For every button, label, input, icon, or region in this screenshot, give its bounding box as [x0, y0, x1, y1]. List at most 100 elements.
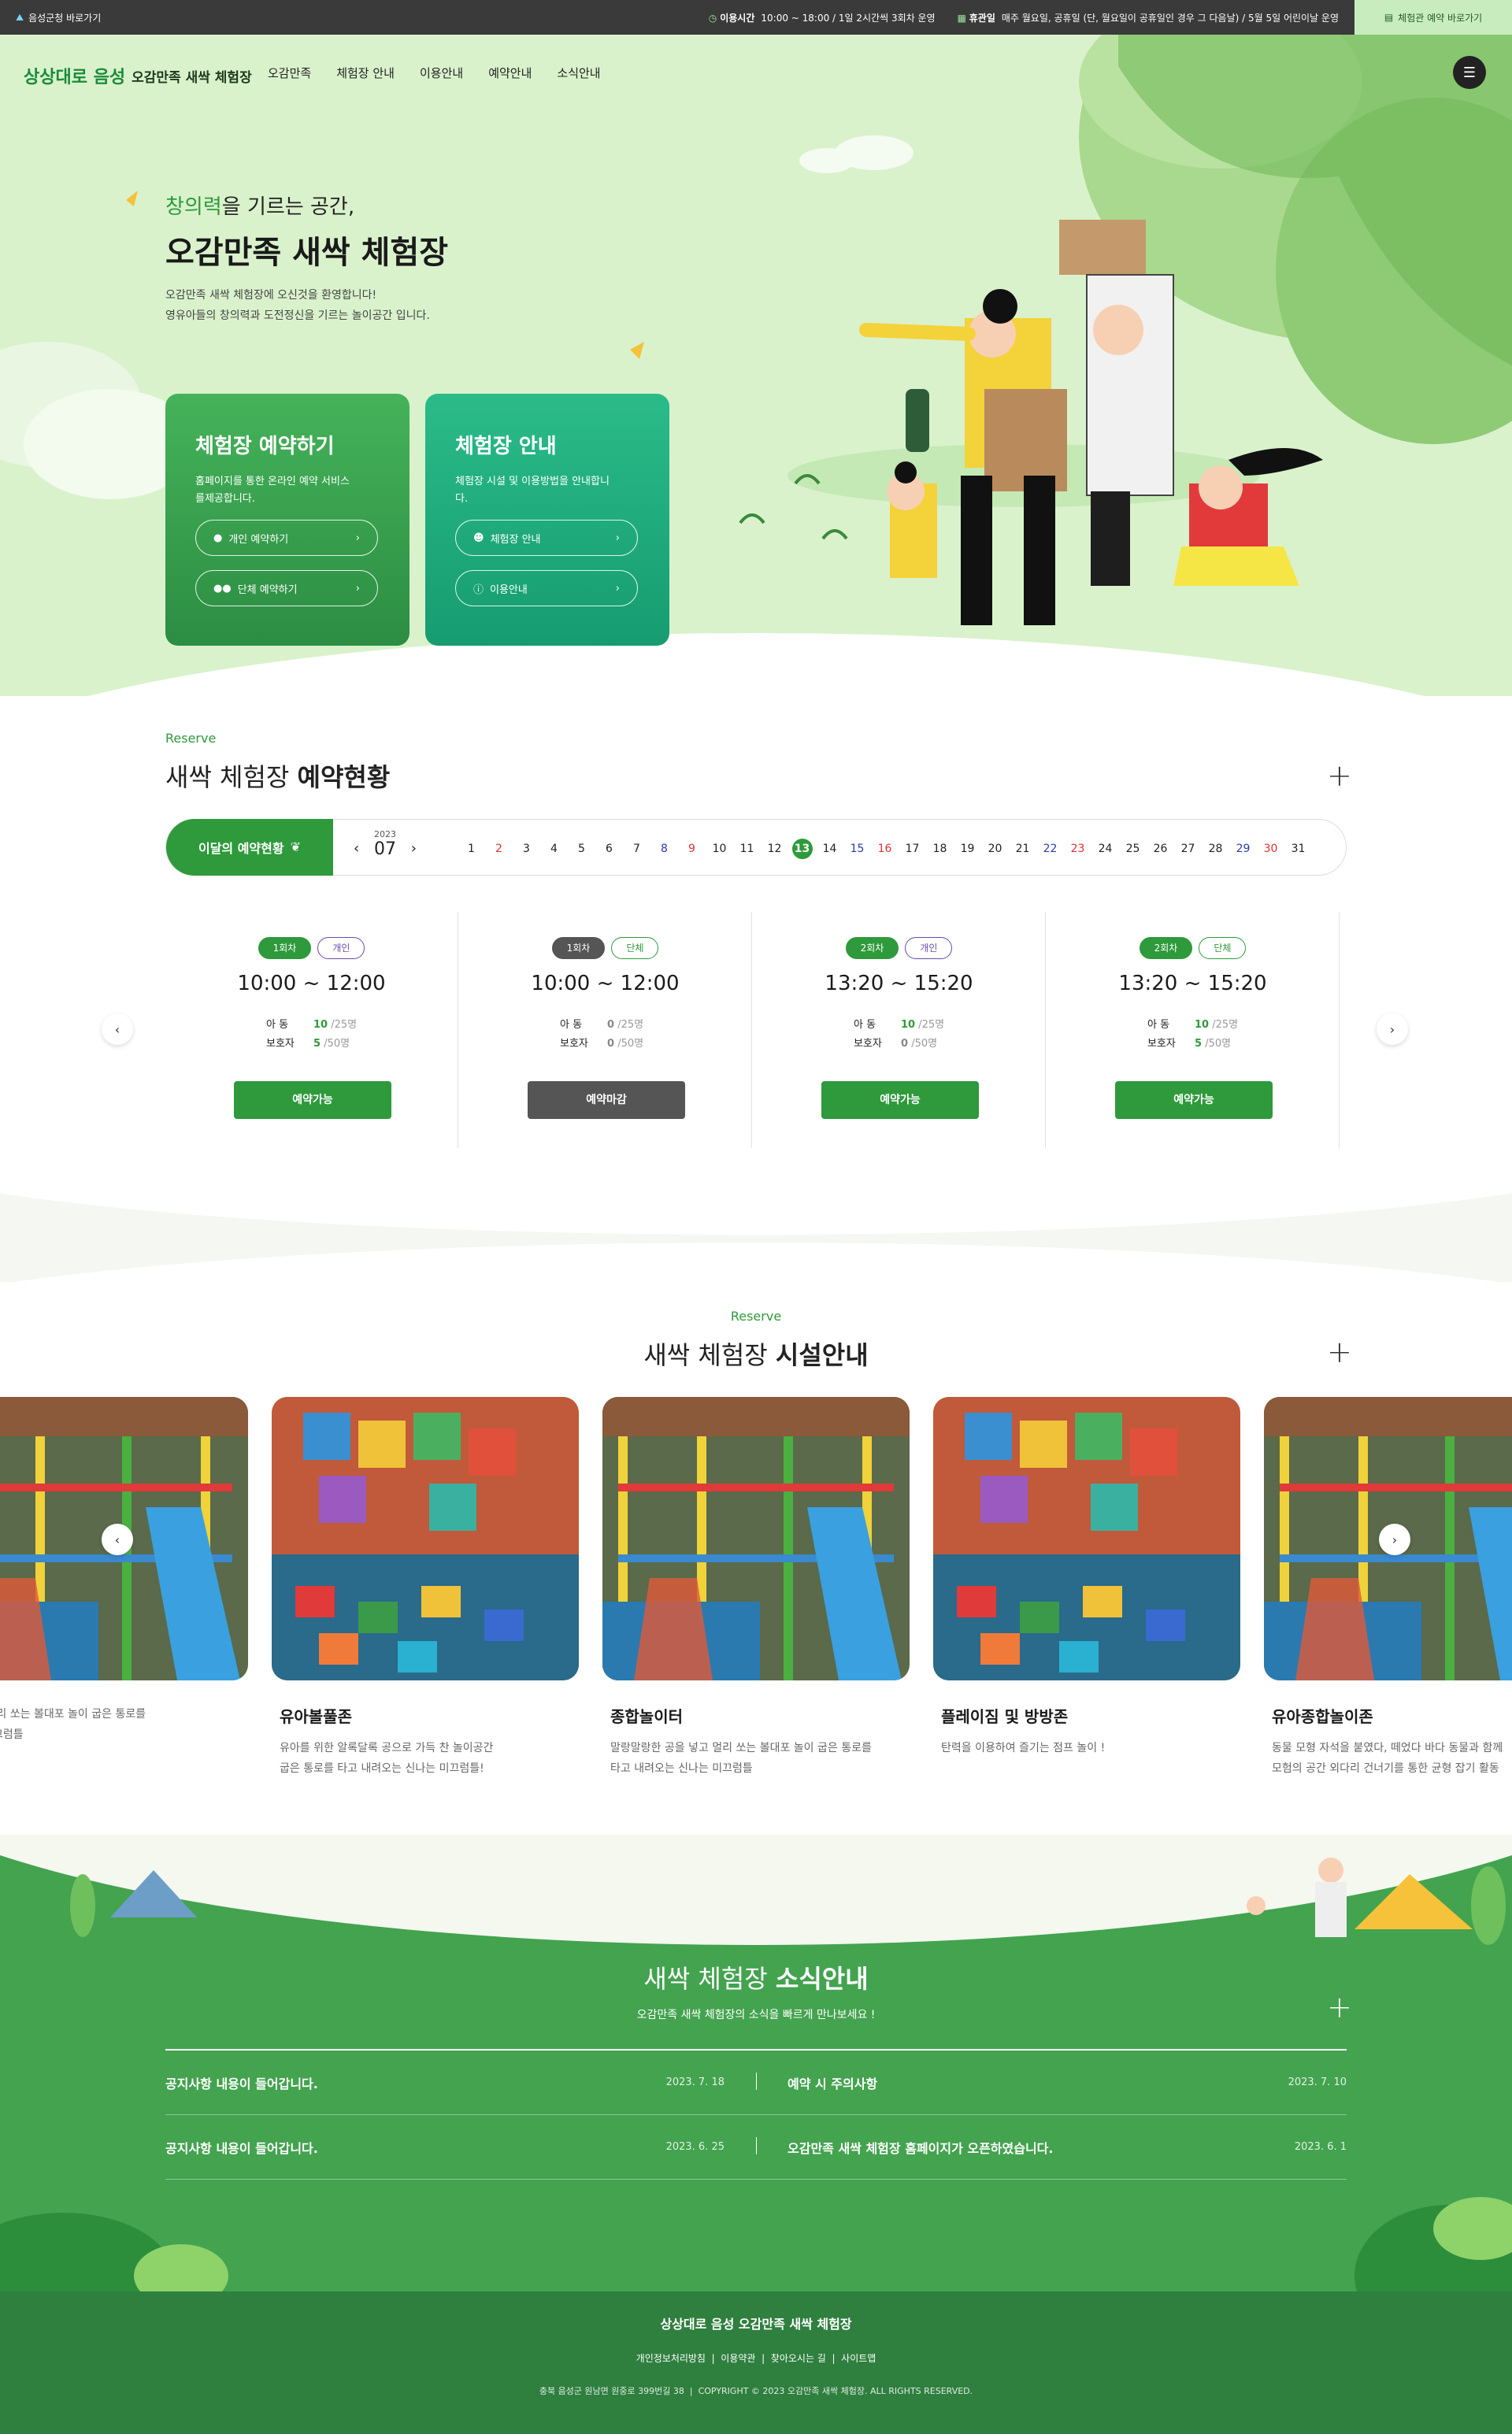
day-item[interactable]: 26 [1147, 839, 1174, 859]
month-selector: ‹ 2023 07 › [354, 829, 417, 859]
child-label: 아 동 [560, 1019, 583, 1031]
monthly-status-button[interactable]: 이달의 예약현황 ❦ [166, 818, 333, 876]
facility-name: 플레이짐 및 방방존 [941, 1707, 1069, 1726]
calendar-icon: ▦ [957, 13, 969, 24]
day-item[interactable]: 8 [650, 839, 678, 859]
facility-item[interactable]: 을 넣고 멀리 쏘는 볼대포 놀이 굽은 통로를신나는 미끄럼틀 [0, 1397, 248, 1745]
terms-link[interactable]: 이용약관 [721, 2353, 755, 2364]
day-item[interactable]: 25 [1119, 839, 1147, 859]
facility-item[interactable]: 유아볼풀존 유아를 위한 알록달록 공으로 가득 찬 놀이공간 굽은 통로를 타고 … [272, 1397, 579, 1779]
prev-slide-chevron-icon[interactable]: ‹ [102, 1013, 133, 1045]
facility-item[interactable]: 유아종합놀이존 동물 모형 자석을 붙였다, 떼었다 바다 동물과 함께 모험의 공… [1264, 1397, 1512, 1779]
chevron-right-icon: › [615, 582, 620, 595]
news-item[interactable]: 공지사항 내용이 들어갑니다. 2023. 6. 25 [165, 2115, 756, 2180]
facility-name: 종합놀이터 [610, 1707, 683, 1726]
day-item[interactable]: 10 [706, 839, 733, 859]
day-item[interactable]: 20 [981, 839, 1009, 859]
day-item[interactable]: 13 [791, 839, 813, 859]
facility-next-chevron-icon[interactable]: › [1379, 1524, 1410, 1555]
day-item[interactable]: 4 [540, 839, 568, 859]
round-badge: 2회차 [1139, 937, 1193, 959]
reserve-available-button[interactable]: 예약가능 [821, 1081, 979, 1119]
facility-item[interactable]: 종합놀이터 말랑말랑한 공을 넣고 멀리 쏘는 볼대포 놀이 굽은 통로를 타고 내… [602, 1397, 910, 1779]
hours-info: ◷ 이용시간 10:00 ~ 18:00 / 1일 2시간씩 3회차 운영 [708, 13, 936, 24]
day-item[interactable]: 30 [1257, 839, 1284, 859]
nav-item-facility[interactable]: 체험장 안내 [336, 65, 395, 81]
menu-button[interactable]: ☰ [1453, 56, 1486, 89]
day-item[interactable]: 1 [458, 839, 485, 859]
nav-item-usage[interactable]: 이용안내 [420, 65, 463, 81]
facility-more-plus-icon[interactable]: + [1327, 1337, 1352, 1367]
next-month-chevron-icon[interactable]: › [411, 840, 417, 857]
session-card: 1회차 개인 10:00 ~ 12:00 아 동 10 /25명 보호자 5 /50명 예약가… [165, 912, 458, 1148]
facility-description: 을 넣고 멀리 쏘는 볼대포 놀이 굽은 통로를신나는 미끄럼틀 [0, 1708, 146, 1741]
news-item[interactable]: 공지사항 내용이 들어갑니다. 2023. 7. 18 [165, 2051, 756, 2115]
leaf-icon: ❦ [290, 839, 302, 854]
guardian-max: /50명 [324, 1038, 350, 1050]
guardian-label: 보호자 [1147, 1038, 1176, 1050]
day-item[interactable]: 21 [1009, 839, 1036, 859]
county-link[interactable]: ⛰ 음성군청 바로가기 [16, 11, 101, 24]
day-item[interactable]: 7 [623, 839, 650, 859]
day-item[interactable]: 27 [1174, 839, 1202, 859]
guardian-max: /50명 [617, 1038, 644, 1050]
nav-item-reservation[interactable]: 예약안내 [488, 65, 532, 81]
day-item[interactable]: 14 [816, 839, 843, 859]
reservation-shortcut-button[interactable]: ▤ 체험관 예약 바로가기 [1354, 0, 1512, 35]
day-item[interactable]: 22 [1036, 839, 1064, 859]
group-reservation-button[interactable]: ●● 단체 예약하기 › [195, 570, 378, 606]
day-item[interactable]: 3 [513, 839, 540, 859]
type-badge: 단체 [611, 937, 659, 959]
child-count: 10 [901, 1019, 916, 1031]
usage-guide-button[interactable]: ⓘ 이용안내 › [455, 570, 638, 606]
day-item[interactable]: 17 [899, 839, 926, 859]
calendar-bar: 이달의 예약현황 ❦ ‹ 2023 07 › 1 2 3 4 5 6 7 8 9 10 11 12 13 1… [165, 818, 1347, 876]
round-badge: 1회차 [551, 937, 606, 959]
facility-prev-chevron-icon[interactable]: ‹ [102, 1524, 133, 1555]
sitemap-link[interactable]: 사이트맵 [841, 2353, 876, 2364]
child-max: /25명 [1212, 1019, 1239, 1031]
day-item[interactable]: 15 [843, 839, 871, 859]
day-item[interactable]: 16 [871, 839, 899, 859]
day-item[interactable]: 5 [568, 839, 595, 859]
nav-item-sensory[interactable]: 오감만족 [268, 65, 311, 81]
privacy-link[interactable]: 개인정보처리방침 [636, 2353, 706, 2364]
day-item[interactable]: 6 [595, 839, 623, 859]
nav-item-news[interactable]: 소식안내 [557, 65, 600, 81]
news-item[interactable]: 오감만족 새싹 체험장 홈페이지가 오픈하였습니다. 2023. 6. 1 [756, 2115, 1347, 2180]
news-subtitle: 오감만족 새싹 체험장의 소식을 빠르게 만나보세요 ! [636, 2009, 876, 2021]
child-label: 아 동 [854, 1019, 876, 1031]
top-info-bar: ⛰ 음성군청 바로가기 ◷ 이용시간 10:00 ~ 18:00 / 1일 2시간… [0, 0, 1512, 35]
info-icon: ⓘ [473, 583, 484, 596]
day-item[interactable]: 29 [1229, 839, 1257, 859]
child-max: /25명 [331, 1019, 358, 1031]
directions-link[interactable]: 찾아오시는 길 [771, 2353, 826, 2364]
facility-guide-button[interactable]: ☻ 체험장 안내 › [455, 520, 638, 556]
news-more-plus-icon[interactable]: + [1327, 1992, 1352, 2022]
day-item[interactable]: 18 [926, 839, 954, 859]
day-item[interactable]: 19 [954, 839, 981, 859]
reserve-available-button[interactable]: 예약가능 [1115, 1081, 1273, 1119]
news-item[interactable]: 예약 시 주의사항 2023. 7. 10 [756, 2051, 1347, 2115]
day-item[interactable]: 11 [733, 839, 761, 859]
facility-item[interactable]: 플레이짐 및 방방존 탄력을 이용하여 즐기는 점프 놀이 ! [933, 1397, 1240, 1758]
day-item[interactable]: 2 [485, 839, 513, 859]
reserve-more-plus-icon[interactable]: + [1327, 761, 1352, 791]
clipboard-icon: ▤ [1384, 12, 1394, 23]
reserve-closed-button[interactable]: 예약마감 [528, 1081, 685, 1119]
day-item[interactable]: 23 [1064, 839, 1091, 859]
day-item[interactable]: 24 [1091, 839, 1119, 859]
day-item[interactable]: 28 [1202, 839, 1229, 859]
session-card: 2회차 단체 13:20 ~ 15:20 아 동 10 /25명 보호자 5 /50명 예약가… [1047, 912, 1340, 1148]
day-item[interactable]: 9 [678, 839, 706, 859]
facility-photo [272, 1397, 579, 1680]
reserve-available-button[interactable]: 예약가능 [234, 1081, 391, 1119]
next-slide-chevron-icon[interactable]: › [1377, 1013, 1408, 1045]
site-logo[interactable]: 상상대로 음성 오감만족 새싹 체험장 [24, 63, 252, 88]
prev-month-chevron-icon[interactable]: ‹ [354, 840, 359, 857]
individual-reservation-button[interactable]: ● 개인 예약하기 › [195, 520, 378, 556]
facility-name: 유아볼풀존 [280, 1707, 352, 1726]
reservation-card: 체험장 예약하기 홈페이지를 통한 온라인 예약 서비스를제공합니다. ● 개인 … [165, 394, 410, 646]
day-item[interactable]: 12 [761, 839, 788, 859]
day-item[interactable]: 31 [1284, 839, 1312, 859]
